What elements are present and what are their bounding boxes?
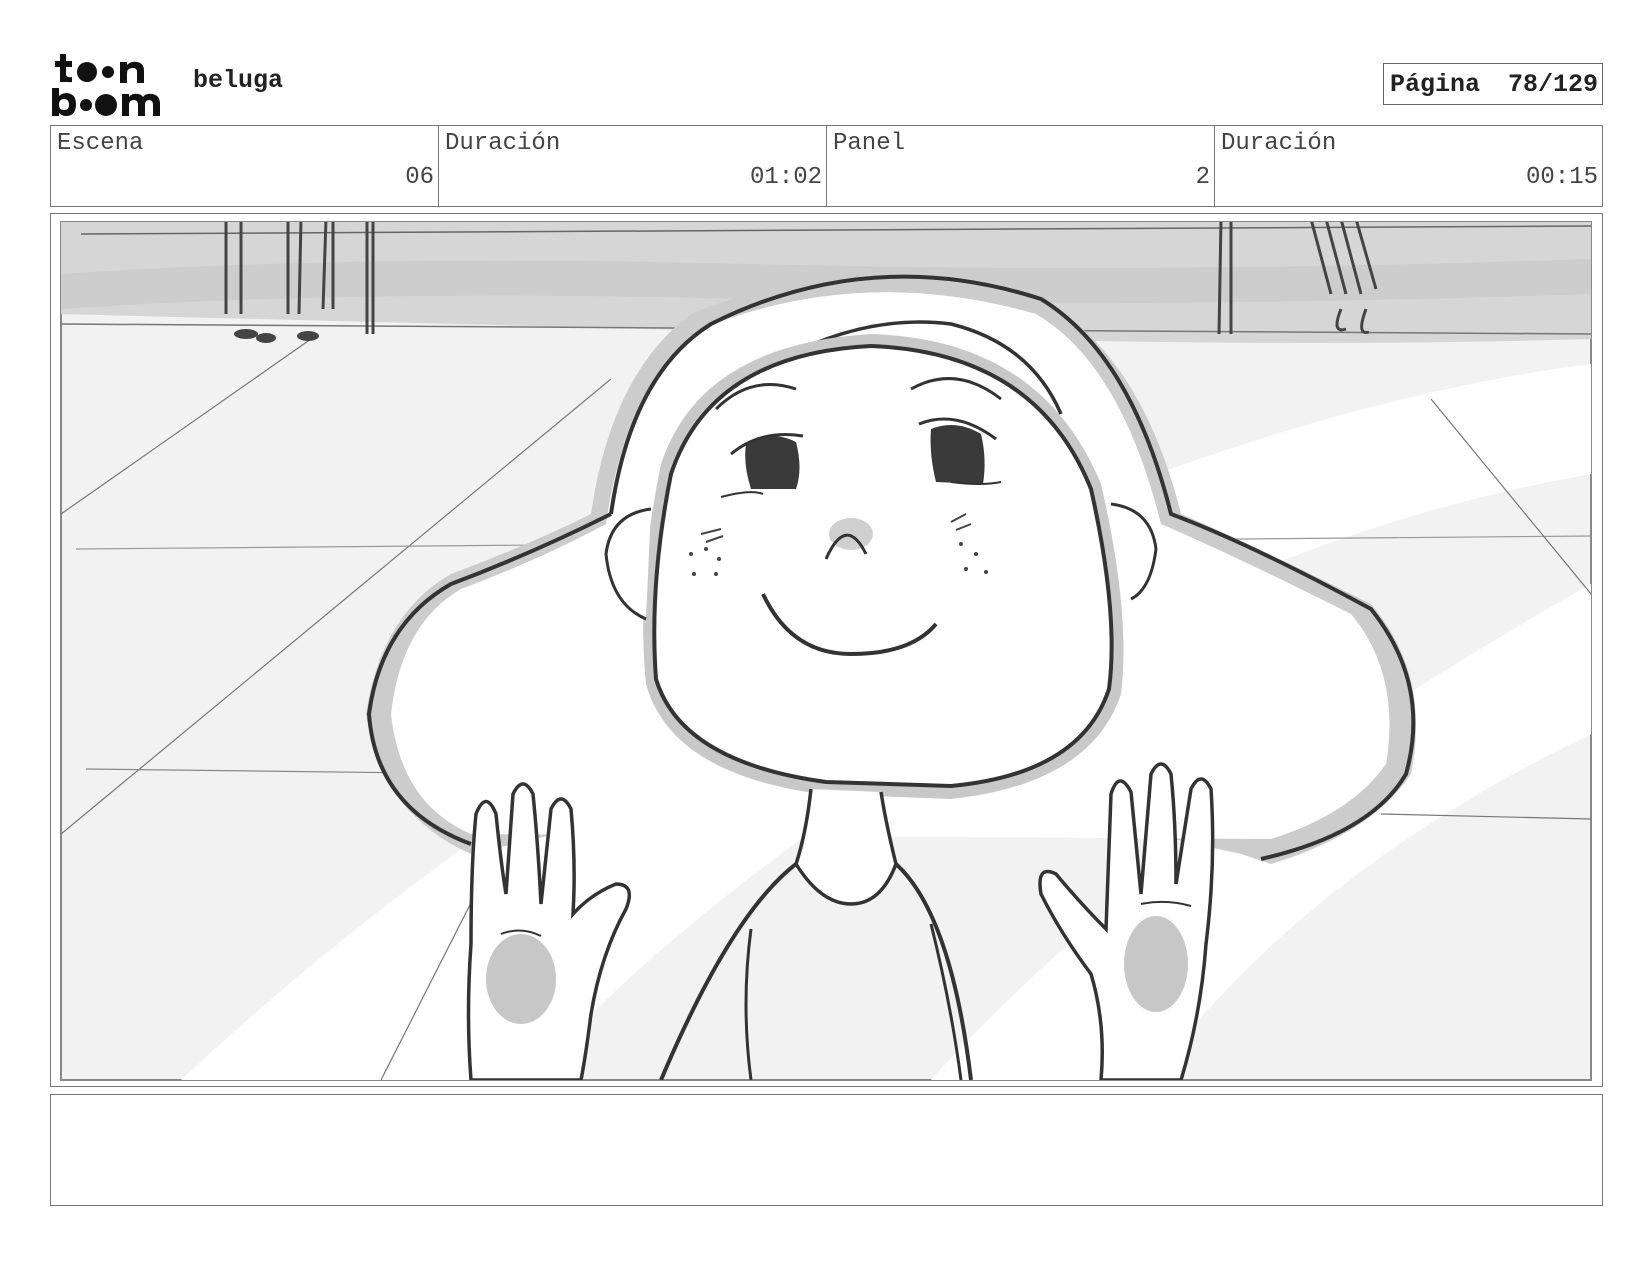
scene-duration-cell: Duración 01:02 (439, 126, 827, 206)
scene-label: Escena (57, 130, 144, 157)
sketch-drawing (60, 221, 1592, 1081)
scene-value: 06 (405, 164, 434, 191)
project-name: beluga (193, 66, 284, 95)
panel-duration-value: 00:15 (1525, 164, 1598, 191)
toon-boom-logo (52, 54, 160, 116)
panel-info-bar: Escena 06 Duración 01:02 Panel 2 Duració… (50, 125, 1603, 207)
panel-cell: Panel 2 (827, 126, 1215, 206)
panel-notes-box (50, 1094, 1603, 1206)
panel-label: Panel (833, 130, 906, 157)
page-indicator: Página 78/129 (1383, 63, 1603, 105)
panel-value: 2 (1195, 164, 1210, 191)
scene-duration-value: 01:02 (749, 164, 822, 191)
scene-duration-label: Duración (445, 130, 561, 157)
page-label: Página (1390, 69, 1481, 99)
storyboard-panel (50, 213, 1603, 1087)
panel-duration-label: Duración (1221, 130, 1337, 157)
scene-cell: Escena 06 (51, 126, 439, 206)
panel-duration-cell: Duración 00:15 (1215, 126, 1602, 206)
page-number: 78/129 (1508, 69, 1599, 99)
